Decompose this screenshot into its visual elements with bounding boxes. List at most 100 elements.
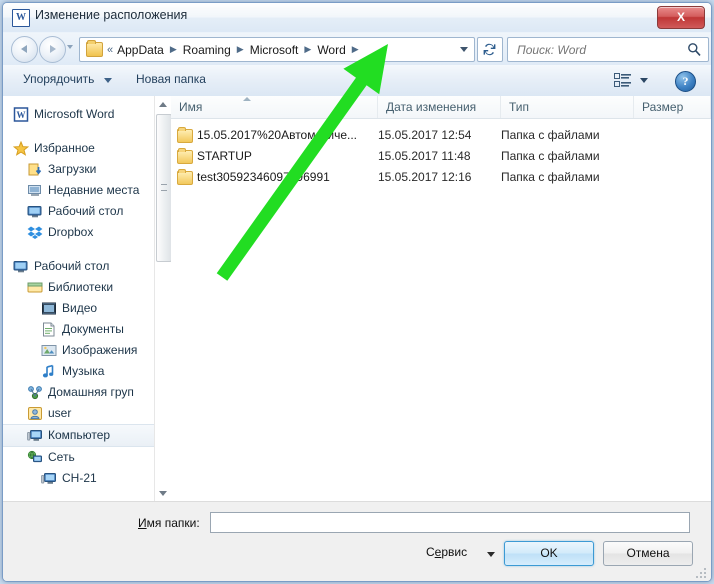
- libraries-icon: [27, 280, 43, 295]
- address-bar[interactable]: « AppData ▶ Roaming ▶ Microsoft ▶ Word ▶: [79, 37, 475, 62]
- breadcrumb-item-microsoft[interactable]: Microsoft: [248, 42, 301, 58]
- help-icon[interactable]: ?: [675, 71, 696, 92]
- chevron-down-icon[interactable]: [104, 78, 112, 83]
- breadcrumb-separator-icon: ▶: [236, 44, 244, 54]
- breadcrumb-separator-icon: ▶: [304, 44, 312, 54]
- sidebar-item-user[interactable]: user: [3, 403, 171, 424]
- folder-name-field[interactable]: [210, 512, 690, 533]
- sidebar-item-рабочий-стол[interactable]: Рабочий стол: [3, 256, 171, 277]
- sidebar-item-ch-21[interactable]: CH-21: [3, 468, 171, 489]
- chevron-down-icon[interactable]: [640, 78, 648, 83]
- sidebar-item-сеть[interactable]: Сеть: [3, 447, 171, 468]
- service-button[interactable]: Сервис: [426, 545, 467, 559]
- table-row[interactable]: 15.05.2017%20Автоматиче... 15.05.2017 12:…: [171, 125, 711, 146]
- breadcrumb: « AppData ▶ Roaming ▶ Microsoft ▶ Word ▶: [107, 38, 363, 61]
- user-icon: [27, 406, 43, 421]
- sidebar-item-рабочий-стол[interactable]: Рабочий стол: [3, 201, 171, 222]
- desktop-icon: [27, 204, 43, 219]
- sidebar-item-label: Рабочий стол: [48, 204, 124, 218]
- navigation-bar: « AppData ▶ Roaming ▶ Microsoft ▶ Word ▶: [3, 32, 711, 66]
- cancel-button[interactable]: Отмена: [603, 541, 693, 566]
- sidebar-item-label: Музыка: [62, 364, 105, 378]
- folder-icon: [177, 127, 193, 143]
- breadcrumb-item-roaming[interactable]: Roaming: [181, 42, 233, 58]
- search-input[interactable]: [515, 40, 679, 60]
- file-list-pane[interactable]: Имя Дата изменения Тип Размер 15.05.2017…: [171, 96, 711, 501]
- scroll-down-icon[interactable]: [155, 485, 171, 501]
- sidebar-item-label: Избранное: [34, 141, 95, 155]
- change-location-dialog: W Изменение расположения X « AppData ▶ R…: [2, 2, 712, 582]
- svg-text:W: W: [17, 110, 26, 120]
- sidebar-item-microsoft-word[interactable]: W Microsoft Word: [3, 104, 171, 125]
- sidebar-item-label: Сеть: [48, 450, 75, 464]
- ok-button[interactable]: OK: [504, 541, 594, 566]
- folder-icon: [177, 148, 193, 164]
- sidebar-item-label: Документы: [62, 322, 124, 336]
- file-date-cell: 15.05.2017 12:54: [378, 128, 472, 142]
- scrollbar-thumb[interactable]: [156, 114, 172, 262]
- sidebar-item-dropbox[interactable]: Dropbox: [3, 222, 171, 243]
- toolbar: Упорядочить Новая папка ?: [3, 65, 711, 97]
- breadcrumb-separator-icon[interactable]: ▶: [352, 44, 359, 55]
- sidebar-item-домашняя-груп[interactable]: Домашняя груп: [3, 382, 171, 403]
- search-icon[interactable]: [687, 42, 701, 61]
- resize-grip[interactable]: [696, 568, 708, 580]
- column-header-date[interactable]: Дата изменения: [378, 96, 501, 118]
- sidebar-item-label: Microsoft Word: [34, 107, 115, 121]
- file-name-cell: STARTUP: [197, 149, 252, 163]
- folder-name-label: Имя папки:: [138, 516, 200, 530]
- chevron-down-icon[interactable]: [67, 45, 73, 49]
- desktop-icon: [13, 259, 29, 274]
- dialog-footer: Имя папки: Сервис OK Отмена: [3, 501, 711, 581]
- chevron-down-icon[interactable]: [460, 47, 468, 52]
- dropbox-icon: [27, 225, 43, 240]
- breadcrumb-overflow[interactable]: «: [107, 44, 113, 56]
- sidebar-item-label: Изображения: [62, 343, 138, 357]
- navigation-sidebar[interactable]: W Microsoft Word Избранное Загрузки Недавние…: [3, 96, 172, 501]
- computer-icon: [41, 471, 57, 486]
- file-type-cell: Папка с файлами: [501, 170, 600, 184]
- column-header-name[interactable]: Имя: [171, 96, 378, 118]
- folder-name-input[interactable]: [211, 513, 689, 532]
- sidebar-item-label: user: [48, 406, 72, 420]
- file-date-cell: 15.05.2017 11:48: [378, 149, 471, 163]
- table-row[interactable]: STARTUP 15.05.2017 11:48 Папка с файлами: [171, 146, 711, 167]
- sidebar-item-label: Dropbox: [48, 225, 94, 239]
- sidebar-scrollbar[interactable]: [154, 96, 172, 501]
- back-arrow-icon[interactable]: [11, 36, 38, 63]
- homegroup-icon: [27, 385, 43, 400]
- breadcrumb-item-appdata[interactable]: AppData: [115, 42, 166, 58]
- file-name-cell: test30592346097796991: [197, 170, 330, 184]
- forward-arrow-icon[interactable]: [39, 36, 66, 63]
- sidebar-item-библиотеки[interactable]: Библиотеки: [3, 277, 171, 298]
- sidebar-item-label: Недавние места: [48, 183, 140, 197]
- sidebar-item-изображения[interactable]: Изображения: [3, 340, 171, 361]
- sidebar-item-музыка[interactable]: Музыка: [3, 361, 171, 382]
- video-icon: [41, 301, 57, 316]
- refresh-icon[interactable]: [477, 37, 503, 62]
- view-options-icon[interactable]: [614, 73, 631, 93]
- scroll-up-icon[interactable]: [155, 96, 171, 112]
- sidebar-item-документы[interactable]: Документы: [3, 319, 171, 340]
- sidebar-item-label: Видео: [62, 301, 98, 315]
- chevron-down-icon[interactable]: [487, 552, 495, 557]
- documents-icon: [41, 322, 57, 337]
- sidebar-item-компьютер[interactable]: Компьютер: [3, 424, 171, 447]
- downloads-icon: [27, 162, 43, 177]
- window-title: Изменение расположения: [35, 8, 188, 22]
- sidebar-item-видео[interactable]: Видео: [3, 298, 171, 319]
- table-row[interactable]: test30592346097796991 15.05.2017 12:16 Пап…: [171, 167, 711, 188]
- close-button[interactable]: X: [657, 6, 705, 29]
- sidebar-item-label: Домашняя груп: [48, 385, 134, 399]
- sidebar-item-недавние-места[interactable]: Недавние места: [3, 180, 171, 201]
- music-icon: [41, 364, 57, 379]
- search-box[interactable]: [507, 37, 709, 62]
- new-folder-button[interactable]: Новая папка: [136, 72, 206, 86]
- column-header-type[interactable]: Тип: [501, 96, 634, 118]
- breadcrumb-item-word[interactable]: Word: [315, 42, 347, 58]
- sidebar-item-загрузки[interactable]: Загрузки: [3, 159, 171, 180]
- column-header-size[interactable]: Размер: [634, 96, 711, 118]
- organize-button[interactable]: Упорядочить: [23, 72, 94, 86]
- word-icon: W: [13, 107, 29, 122]
- sidebar-item-избранное[interactable]: Избранное: [3, 138, 171, 159]
